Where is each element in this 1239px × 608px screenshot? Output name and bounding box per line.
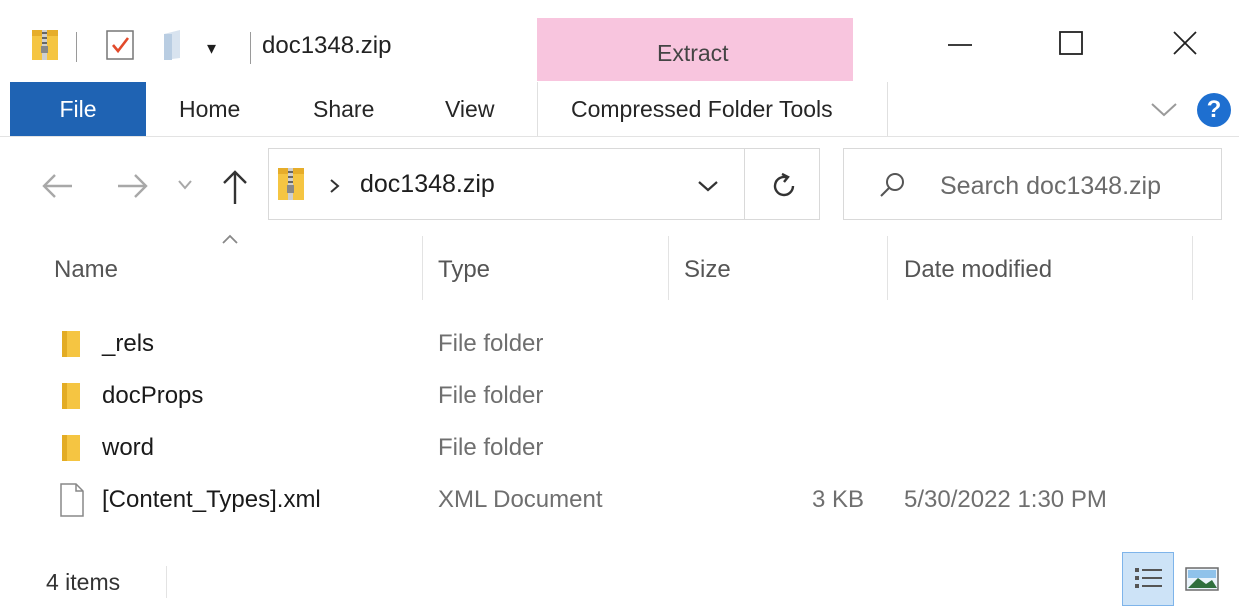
toolbar-separator — [76, 32, 77, 62]
search-placeholder[interactable]: Search doc1348.zip — [940, 172, 1161, 201]
new-folder-icon[interactable] — [160, 28, 186, 67]
recent-locations-chevron-icon[interactable] — [176, 178, 194, 197]
expand-ribbon-chevron-icon[interactable] — [1148, 96, 1180, 127]
status-item-count: 4 items — [46, 569, 121, 595]
file-date-modified: 5/30/2022 1:30 PM — [904, 486, 1107, 513]
breadcrumb-chevron-icon[interactable] — [328, 176, 342, 201]
maximize-button[interactable] — [1036, 24, 1106, 72]
minimize-button[interactable] — [925, 24, 995, 72]
folder-icon — [62, 331, 80, 357]
tab-share[interactable]: Share — [313, 96, 374, 123]
up-arrow-icon[interactable] — [220, 168, 250, 211]
column-divider[interactable] — [1192, 236, 1193, 300]
column-divider[interactable] — [668, 236, 669, 300]
customize-toolbar-dropdown-icon[interactable]: ▾ — [207, 38, 216, 59]
forward-arrow-icon[interactable] — [114, 170, 150, 207]
tab-home[interactable]: Home — [179, 96, 240, 123]
sort-ascending-icon — [220, 232, 240, 251]
tab-view[interactable]: View — [445, 96, 494, 123]
file-name: _rels — [102, 330, 155, 357]
details-view-button[interactable] — [1122, 552, 1174, 606]
ribbon-divider — [887, 82, 888, 136]
zip-folder-icon[interactable] — [30, 26, 60, 67]
column-divider[interactable] — [887, 236, 888, 300]
column-header-name[interactable]: Name — [54, 256, 118, 284]
toolbar-separator — [250, 32, 251, 64]
column-divider[interactable] — [422, 236, 423, 300]
list-item[interactable]: _rels File folder — [40, 324, 1190, 368]
close-button[interactable] — [1150, 24, 1220, 72]
file-type: File folder — [438, 434, 544, 461]
address-bar[interactable] — [268, 148, 820, 220]
file-name: docProps — [102, 382, 204, 409]
folder-icon — [62, 383, 80, 409]
back-arrow-icon[interactable] — [40, 170, 76, 207]
folder-icon — [62, 435, 80, 461]
file-type: XML Document — [438, 486, 603, 513]
ribbon-divider — [537, 82, 538, 136]
list-item[interactable]: docProps File folder — [40, 376, 1190, 420]
refresh-icon[interactable] — [768, 170, 800, 207]
search-icon — [876, 168, 910, 207]
column-header-date-modified[interactable]: Date modified — [904, 256, 1052, 284]
help-icon[interactable]: ? — [1197, 93, 1231, 127]
context-tab-label: Extract — [657, 40, 729, 66]
file-type: File folder — [438, 330, 544, 357]
large-icons-view-icon — [1185, 567, 1219, 591]
window-title: doc1348.zip — [262, 32, 392, 59]
tab-compressed-folder-tools[interactable]: Compressed Folder Tools — [571, 96, 833, 123]
column-header-type[interactable]: Type — [438, 256, 490, 284]
breadcrumb-current[interactable]: doc1348.zip — [360, 170, 495, 199]
status-divider — [166, 566, 167, 598]
column-header-size[interactable]: Size — [684, 256, 731, 284]
list-item[interactable]: word File folder — [40, 428, 1190, 472]
document-icon — [60, 483, 84, 517]
file-name: word — [102, 434, 155, 461]
zip-folder-icon — [276, 164, 306, 207]
file-type: File folder — [438, 382, 544, 409]
address-dropdown-chevron-icon[interactable] — [695, 176, 721, 201]
address-divider — [744, 148, 745, 220]
file-size: 3 KB — [812, 486, 865, 513]
large-icons-view-button[interactable] — [1184, 566, 1220, 597]
details-view-icon — [1135, 568, 1162, 588]
file-name: [Content_Types].xml — [102, 486, 321, 513]
list-item[interactable]: [Content_Types].xml XML Document 3 KB 5/… — [40, 480, 1190, 524]
tab-file[interactable]: File — [10, 82, 146, 136]
properties-icon[interactable] — [104, 28, 136, 67]
